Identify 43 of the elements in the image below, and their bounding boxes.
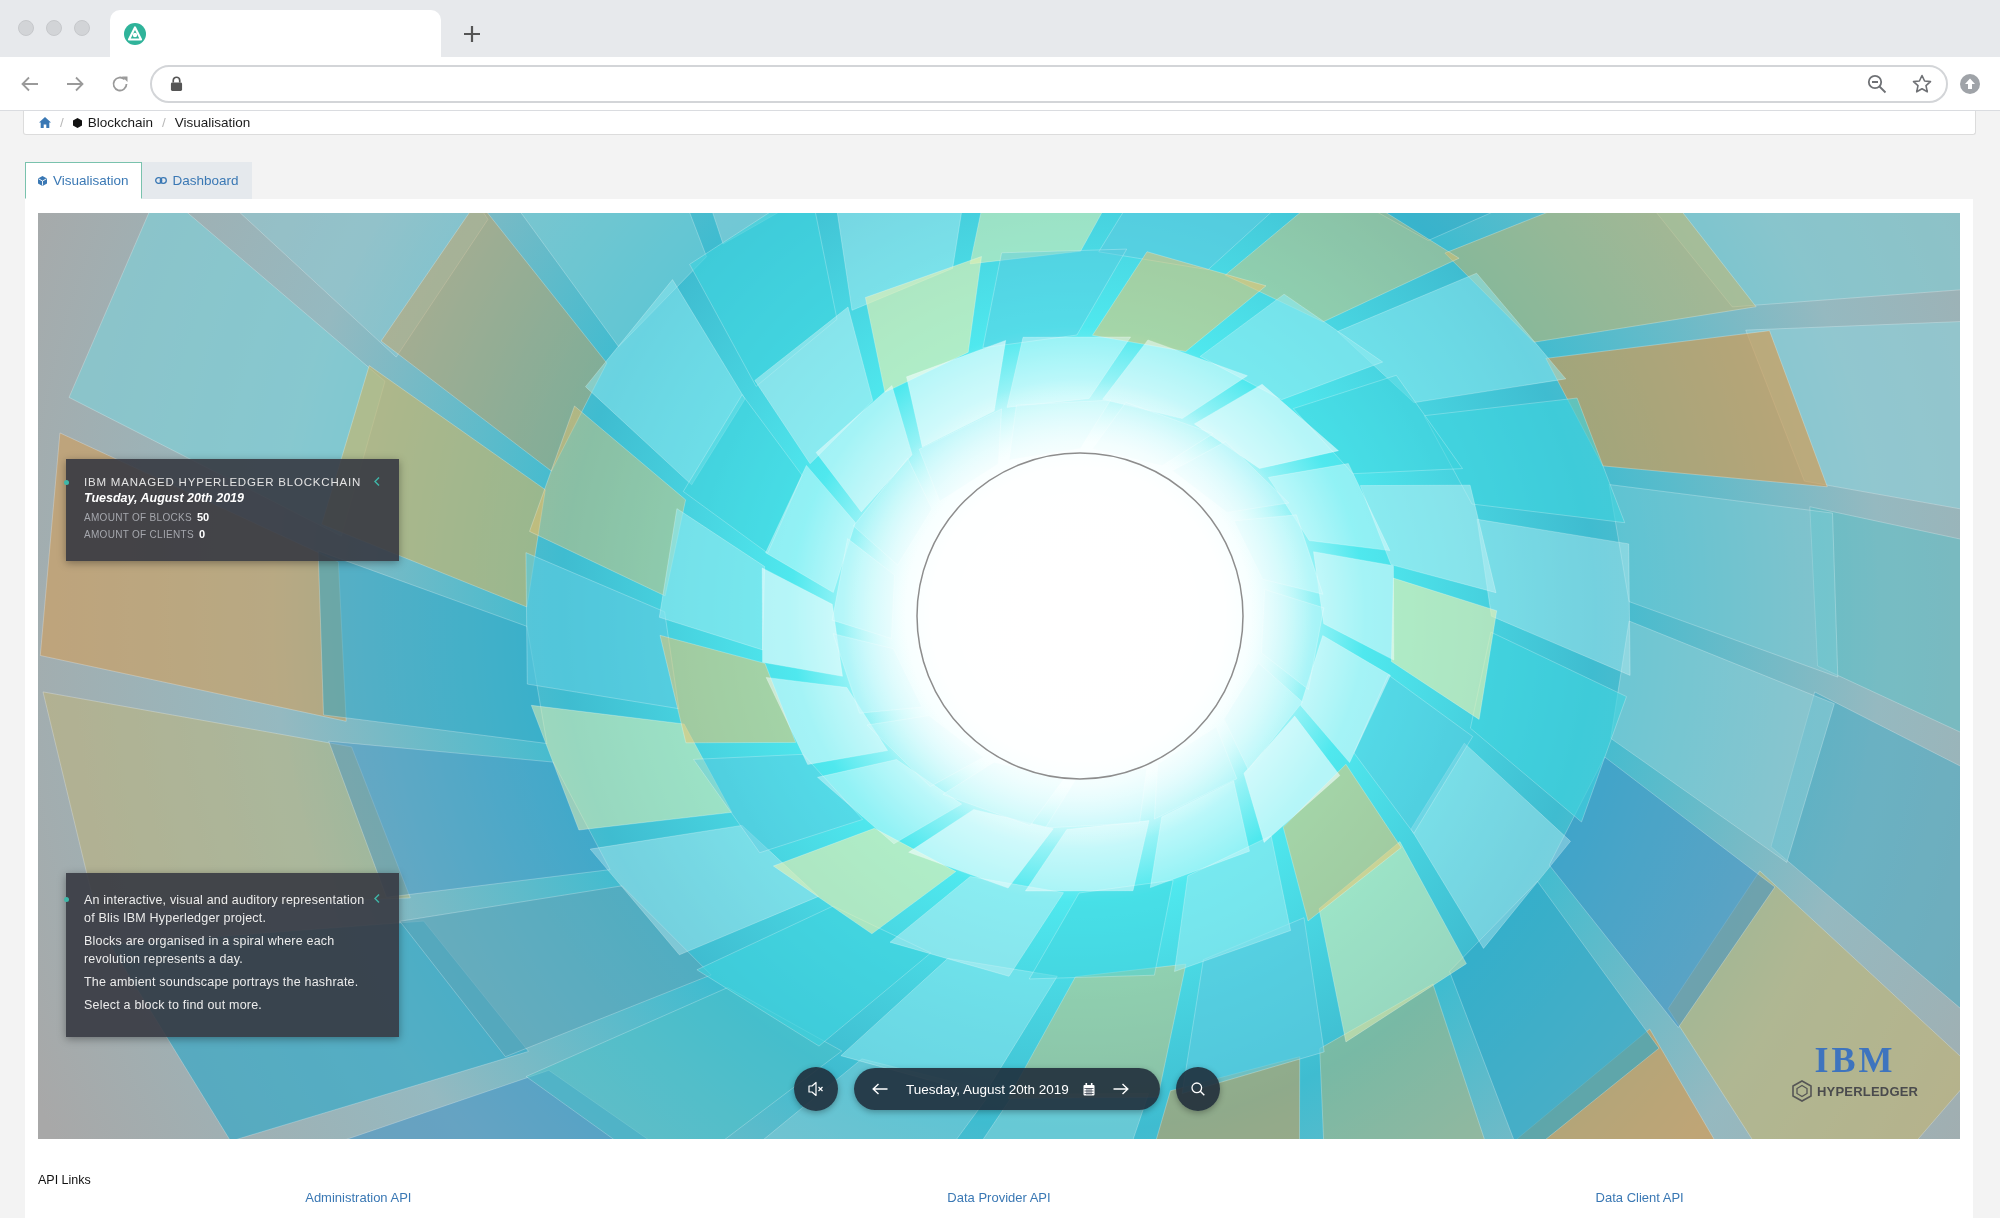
description-text: An interactive, visual and auditory representation of Blis IBM Hyperledger project. (84, 892, 365, 927)
arrow-left-icon[interactable] (872, 1083, 888, 1095)
description-text: Blocks are organised in a spiral where each revolution represents a day. (84, 933, 336, 968)
tab[interactable]: Dashboard (141, 162, 252, 199)
panel-title: IBM MANAGED HYPERLEDGER BLOCKCHAIN (84, 475, 363, 490)
chevron-left-icon[interactable] (374, 894, 380, 903)
stat-label: AMOUNT OF CLIENTS (84, 528, 194, 542)
breadcrumb-current: Visualisation (174, 115, 251, 130)
panel-date: Tuesday, August 20th 2019 (84, 490, 245, 506)
hexagon-icon (72, 117, 82, 128)
api-link[interactable]: Data Client API (1595, 1190, 1684, 1206)
chevron-left-icon[interactable] (374, 477, 380, 486)
marker-dot-icon (64, 480, 69, 485)
stat-value: 50 (196, 510, 210, 525)
stat-value: 0 (198, 527, 206, 542)
star-icon[interactable] (1912, 73, 1932, 94)
stat-label: AMOUNT OF BLOCKS (84, 511, 192, 525)
arrow-up-circle-icon[interactable] (1960, 73, 1980, 94)
cube-icon (38, 175, 47, 186)
zoom-out-icon[interactable] (1867, 73, 1887, 94)
calendar-icon[interactable] (1082, 1082, 1095, 1096)
link-icon (154, 177, 167, 184)
api-link[interactable]: Administration API (305, 1190, 412, 1206)
marker-dot-icon (64, 897, 69, 902)
address-field[interactable] (150, 64, 1948, 103)
section-title: API Links (38, 1172, 92, 1188)
search-icon (1191, 1082, 1205, 1096)
description-text: The ambient soundscape portrays the hashrate. (84, 974, 360, 991)
home-icon[interactable] (39, 117, 51, 128)
description-text: Select a block to find out more. (84, 997, 264, 1014)
favicon-icon (124, 22, 146, 45)
brand-logo: IBM (1814, 1044, 1896, 1076)
tab[interactable]: Visualisation (25, 162, 142, 199)
breadcrumb-separator: / (60, 115, 64, 130)
date-label: Tuesday, August 20th 2019 (906, 1081, 1069, 1097)
lock-icon (170, 76, 183, 91)
breadcrumb-link[interactable]: Blockchain (72, 115, 154, 130)
hexagon-icon (1792, 1080, 1812, 1102)
api-link[interactable]: Data Provider API (947, 1190, 1051, 1206)
breadcrumb-separator: / (162, 115, 166, 130)
arrow-right-icon[interactable] (1112, 1083, 1129, 1095)
product-logo: HYPERLEDGER (1817, 1083, 1919, 1099)
plus-icon[interactable] (462, 24, 482, 44)
